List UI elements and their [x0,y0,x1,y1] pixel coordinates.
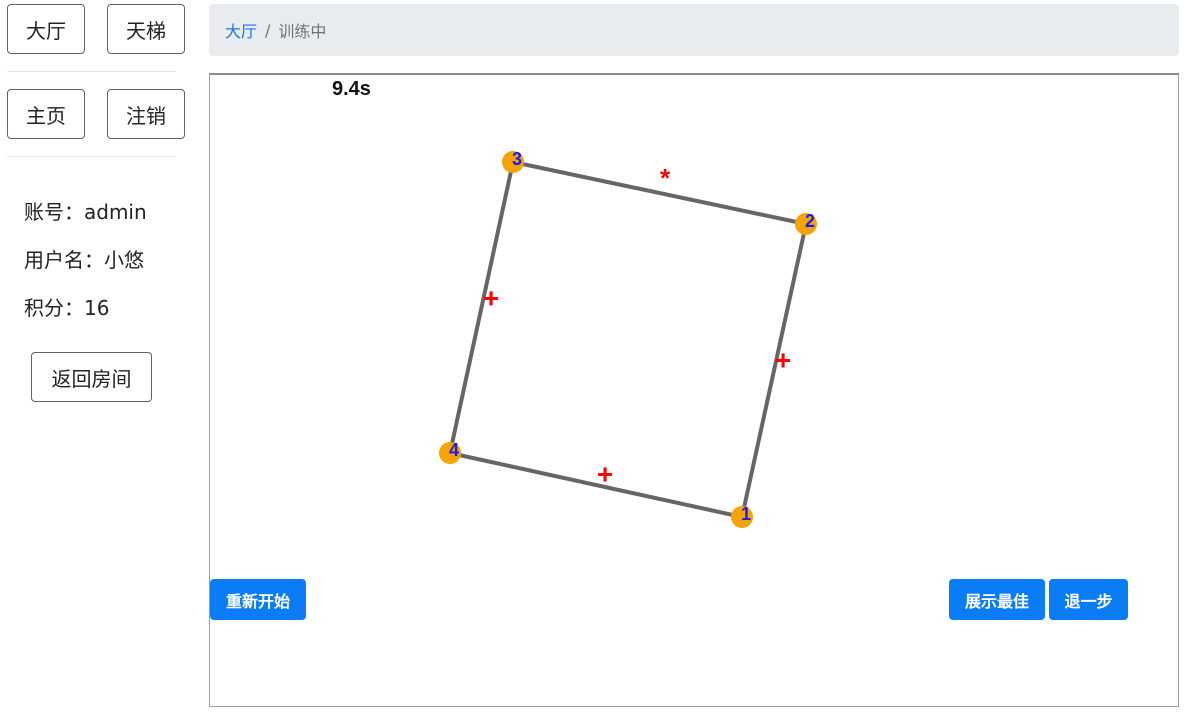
edge-operator: + [775,345,791,376]
logout-button[interactable]: 注销 [107,89,185,139]
breadcrumb-current: 训练中 [278,22,327,41]
back-to-room-button[interactable]: 返回房间 [31,352,152,402]
divider [7,156,176,157]
game-board[interactable]: 9.4s + * + + 1234 重新开始 展示最佳 退一步 [209,73,1179,707]
breadcrumb: 大厅 / 训练中 [209,4,1179,56]
node-label: 4 [449,440,459,460]
node-label: 2 [805,211,815,231]
edge-operator: + [597,459,613,490]
node-label: 1 [741,504,751,524]
node-label: 3 [512,149,522,169]
breadcrumb-lobby-link[interactable]: 大厅 [225,18,257,42]
ladder-button[interactable]: 天梯 [107,4,185,54]
divider [7,71,176,72]
home-button[interactable]: 主页 [7,89,85,139]
lobby-button[interactable]: 大厅 [7,4,85,54]
username-info: 用户名：小悠 [24,248,144,272]
restart-button[interactable]: 重新开始 [210,579,306,620]
show-best-button[interactable]: 展示最佳 [949,579,1045,620]
edge-operator: * [660,163,671,193]
undo-button[interactable]: 退一步 [1049,579,1128,620]
score-info: 积分：16 [24,296,110,320]
graph-edge[interactable] [448,161,515,454]
breadcrumb-separator: / [265,20,271,40]
sidebar: 大厅 天梯 主页 注销 账号：admin 用户名：小悠 积分：16 返回房间 [0,0,190,720]
account-info: 账号：admin [24,200,147,224]
edge-operator: + [483,283,499,314]
